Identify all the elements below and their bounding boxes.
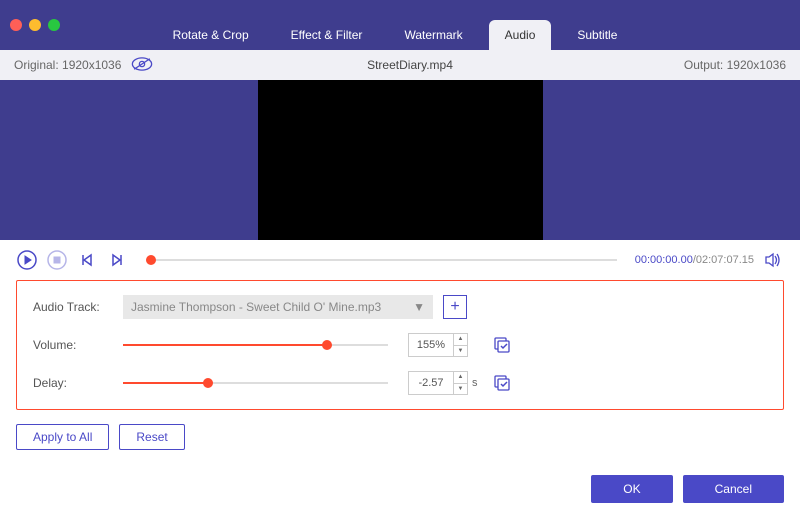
preview-area [0, 80, 800, 240]
audio-track-label: Audio Track: [33, 300, 123, 314]
volume-apply-icon[interactable] [492, 335, 512, 355]
volume-icon[interactable] [762, 249, 784, 271]
volume-up-button[interactable]: ▲ [454, 334, 467, 346]
tab-bar: Rotate & Crop Effect & Filter Watermark … [80, 0, 710, 50]
timecode: 00:00:00.00/02:07:07.15 [635, 254, 754, 266]
playback-timeline[interactable] [146, 259, 617, 261]
window-controls [10, 19, 60, 31]
prev-frame-button[interactable] [76, 249, 98, 271]
minimize-window-button[interactable] [29, 19, 41, 31]
audio-track-select[interactable]: Jasmine Thompson - Sweet Child O' Mine.m… [123, 295, 433, 319]
output-resolution-label: Output: 1920x1036 [626, 58, 786, 72]
cancel-button[interactable]: Cancel [683, 475, 784, 503]
titlebar: Rotate & Crop Effect & Filter Watermark … [0, 0, 800, 50]
info-bar: Original: 1920x1036 StreetDiary.mp4 Outp… [0, 50, 800, 80]
stop-button[interactable] [46, 249, 68, 271]
preview-left-pad [0, 80, 258, 240]
volume-spinner: ▲ ▼ [453, 334, 467, 356]
audio-settings-panel: Audio Track: Jasmine Thompson - Sweet Ch… [16, 280, 784, 410]
volume-down-button[interactable]: ▼ [454, 346, 467, 357]
close-window-button[interactable] [10, 19, 22, 31]
volume-label: Volume: [33, 338, 123, 352]
delay-unit: s [472, 377, 484, 389]
tab-effect-filter[interactable]: Effect & Filter [275, 20, 379, 50]
delay-apply-icon[interactable] [492, 373, 512, 393]
preview-toggle-icon[interactable] [131, 57, 153, 74]
audio-track-value: Jasmine Thompson - Sweet Child O' Mine.m… [131, 300, 381, 314]
app-window: Rotate & Crop Effect & Filter Watermark … [0, 0, 800, 515]
volume-value-box: 155% ▲ ▼ [408, 333, 468, 357]
next-frame-button[interactable] [106, 249, 128, 271]
delay-label: Delay: [33, 376, 123, 390]
volume-slider[interactable] [123, 344, 388, 346]
delay-spinner: ▲ ▼ [453, 372, 467, 394]
chevron-down-icon: ▼ [413, 300, 425, 314]
preview-right-pad [543, 80, 800, 240]
delay-slider[interactable] [123, 382, 388, 384]
reset-button[interactable]: Reset [119, 424, 184, 450]
apply-to-all-button[interactable]: Apply to All [16, 424, 109, 450]
original-resolution-label: Original: 1920x1036 [14, 58, 121, 72]
tab-audio[interactable]: Audio [489, 20, 552, 50]
current-time: 00:00:00.00 [635, 254, 693, 266]
filename-label: StreetDiary.mp4 [194, 58, 626, 72]
total-time: /02:07:07.15 [693, 254, 754, 266]
maximize-window-button[interactable] [48, 19, 60, 31]
tab-watermark[interactable]: Watermark [388, 20, 478, 50]
volume-slider-thumb[interactable] [322, 340, 332, 350]
dialog-footer: OK Cancel [591, 475, 784, 503]
play-button[interactable] [16, 249, 38, 271]
playback-controls: 00:00:00.00/02:07:07.15 [0, 240, 800, 280]
ok-button[interactable]: OK [591, 475, 672, 503]
tab-rotate-crop[interactable]: Rotate & Crop [157, 20, 265, 50]
delay-slider-thumb[interactable] [203, 378, 213, 388]
delay-down-button[interactable]: ▼ [454, 384, 467, 395]
delay-up-button[interactable]: ▲ [454, 372, 467, 384]
video-preview[interactable] [258, 80, 543, 240]
panel-actions: Apply to All Reset [16, 424, 784, 450]
volume-value[interactable]: 155% [409, 339, 453, 351]
add-track-button[interactable]: + [443, 295, 467, 319]
playhead[interactable] [146, 255, 156, 265]
tab-subtitle[interactable]: Subtitle [561, 20, 633, 50]
delay-value-box: -2.57 ▲ ▼ [408, 371, 468, 395]
delay-value[interactable]: -2.57 [409, 377, 453, 389]
